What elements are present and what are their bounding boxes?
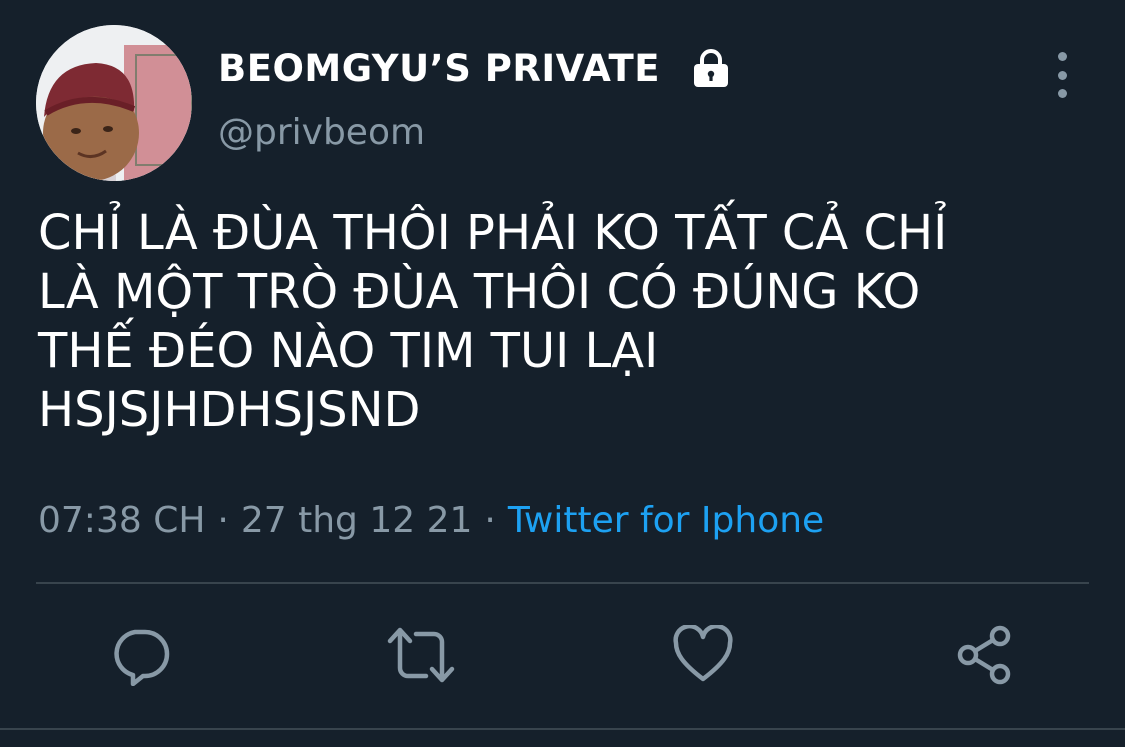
more-dot [1057,89,1067,98]
more-dot [1057,52,1067,61]
retweet-button[interactable] [386,620,456,690]
reply-button[interactable] [105,620,175,690]
tweet-date[interactable]: 27 thg 12 21 [241,500,473,541]
action-bar [0,620,1125,690]
tweet-time[interactable]: 07:38 CH [38,500,205,541]
user-handle[interactable]: @privbeom [218,112,425,153]
tweet-text: CHỈ LÀ ĐÙA THÔI PHẢI KO TẤT CẢ CHỈ LÀ MỘ… [38,205,948,438]
divider [36,582,1089,584]
tweet-source-link[interactable]: Twitter for Iphone [508,500,824,541]
meta-separator: · [217,500,229,541]
tweet-meta: 07:38 CH · 27 thg 12 21 · Twitter for Iphone [38,500,824,541]
divider [0,728,1125,730]
display-name-row: BEOMGYU’S PRIVATE [218,44,732,92]
tweet-card: BEOMGYU’S PRIVATE @privbeom CHỈ LÀ ĐÙA T… [0,0,1125,747]
share-button[interactable] [950,620,1020,690]
meta-separator: · [484,500,496,541]
display-name[interactable]: BEOMGYU’S PRIVATE [218,47,660,90]
reply-icon [114,629,170,686]
share-icon [957,625,1011,685]
like-button[interactable] [668,620,738,690]
more-dot [1057,70,1067,80]
avatar[interactable] [36,25,192,181]
retweet-icon [387,627,455,683]
lock-icon [690,47,732,89]
more-vertical-icon[interactable] [1046,52,1078,98]
heart-icon [673,625,733,682]
